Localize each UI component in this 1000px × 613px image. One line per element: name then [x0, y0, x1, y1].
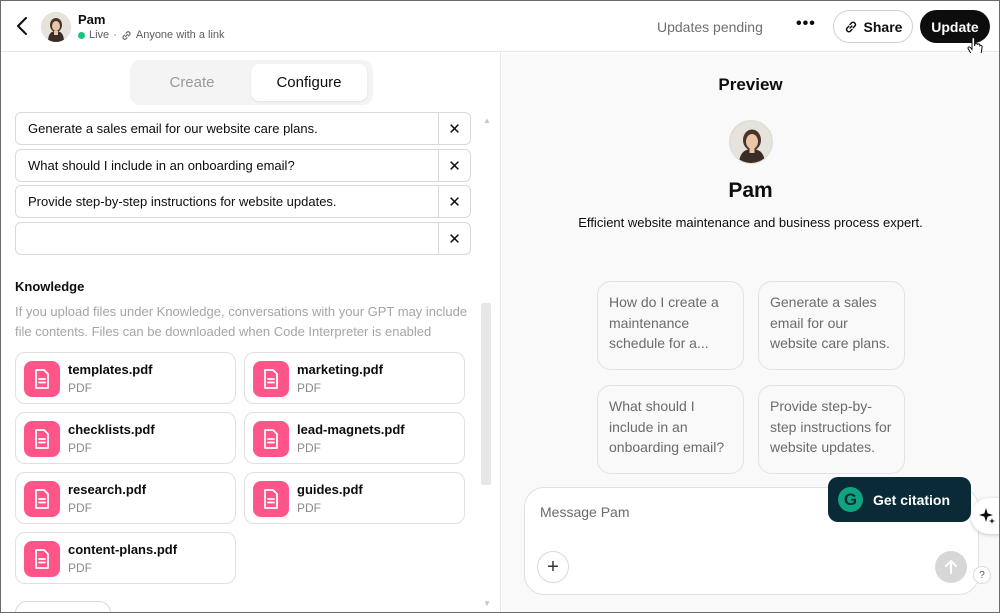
- conversation-starter-field[interactable]: Generate a sales email for our website c…: [15, 112, 471, 145]
- file-type: PDF: [297, 381, 321, 395]
- file-type: PDF: [68, 561, 92, 575]
- tab-create[interactable]: Create: [134, 64, 250, 101]
- conversation-starter-field[interactable]: ✕: [15, 222, 471, 255]
- document-icon: [24, 481, 60, 517]
- file-name: checklists.pdf: [68, 422, 155, 437]
- preview-avatar: [729, 120, 773, 164]
- file-card[interactable]: research.pdf PDF: [15, 472, 236, 524]
- knowledge-title: Knowledge: [15, 279, 85, 294]
- suggestion-card[interactable]: How do I create a maintenance schedule f…: [597, 281, 744, 370]
- back-button[interactable]: [13, 15, 33, 37]
- knowledge-description: If you upload files under Knowledge, con…: [15, 304, 468, 339]
- file-card[interactable]: checklists.pdf PDF: [15, 412, 236, 464]
- file-name: research.pdf: [68, 482, 147, 497]
- top-bar: Pam Live · Anyone with a link Updates pe…: [1, 1, 999, 57]
- suggestion-card[interactable]: Generate a sales email for our website c…: [758, 281, 905, 370]
- remove-starter-button[interactable]: ✕: [438, 223, 470, 254]
- file-type: PDF: [297, 441, 321, 455]
- file-card[interactable]: guides.pdf PDF: [244, 472, 465, 524]
- file-name: lead-magnets.pdf: [297, 422, 405, 437]
- updates-pending-label: Updates pending: [657, 19, 763, 35]
- file-name: content-plans.pdf: [68, 542, 178, 557]
- send-button[interactable]: [935, 551, 967, 583]
- starter-text[interactable]: Generate a sales email for our website c…: [16, 121, 438, 136]
- preview-name: Pam: [728, 179, 773, 202]
- configure-panel: Create Configure ▲ Generate a sales emai…: [1, 53, 501, 612]
- link-icon: [122, 30, 131, 40]
- document-icon: [24, 421, 60, 457]
- starter-text[interactable]: What should I include in an onboarding e…: [16, 158, 438, 173]
- conversation-starter-field[interactable]: What should I include in an onboarding e…: [15, 149, 471, 182]
- file-card[interactable]: templates.pdf PDF: [15, 352, 236, 404]
- file-type: PDF: [68, 441, 92, 455]
- app-window: Pam Live · Anyone with a link Updates pe…: [0, 0, 1000, 613]
- share-button[interactable]: Share: [833, 10, 913, 43]
- suggestion-card[interactable]: Provide step-by-step instructions for we…: [758, 385, 905, 474]
- sparkle-icon[interactable]: [971, 498, 999, 534]
- file-type: PDF: [297, 501, 321, 515]
- starter-text[interactable]: Provide step-by-step instructions for we…: [16, 194, 438, 209]
- suggestion-card[interactable]: What should I include in an onboarding e…: [597, 385, 744, 474]
- document-icon: [24, 361, 60, 397]
- arrow-up-icon: [945, 560, 957, 574]
- remove-starter-button[interactable]: ✕: [438, 150, 470, 181]
- scrollbar-thumb[interactable]: [481, 303, 491, 485]
- gpt-name: Pam: [78, 12, 106, 27]
- live-status-dot: [78, 31, 85, 39]
- file-type: PDF: [68, 501, 92, 515]
- tab-configure[interactable]: Configure: [251, 64, 367, 101]
- link-icon: [845, 21, 856, 32]
- get-citation-button[interactable]: G Get citation: [828, 477, 971, 522]
- document-icon: [253, 421, 289, 457]
- remove-starter-button[interactable]: ✕: [438, 113, 470, 144]
- mode-switcher: Create Configure: [130, 60, 373, 105]
- live-status: Live: [89, 29, 110, 41]
- attach-button[interactable]: +: [537, 551, 569, 583]
- more-options-button[interactable]: •••: [796, 15, 816, 33]
- message-input[interactable]: Message Pam: [540, 504, 629, 520]
- document-icon: [24, 541, 60, 577]
- file-name: templates.pdf: [68, 362, 153, 377]
- conversation-starter-field[interactable]: Provide step-by-step instructions for we…: [15, 185, 471, 218]
- grammarly-logo-icon: G: [838, 487, 863, 512]
- document-icon: [253, 361, 289, 397]
- preview-description: Efficient website maintenance and busine…: [578, 215, 923, 230]
- file-type: PDF: [68, 381, 92, 395]
- scroll-up-arrow-icon[interactable]: ▲: [483, 116, 491, 125]
- gpt-meta: Live · Anyone with a link: [78, 29, 225, 41]
- upload-files-button[interactable]: [15, 601, 111, 612]
- share-label: Share: [863, 18, 903, 35]
- avatar: [41, 12, 71, 42]
- file-card[interactable]: content-plans.pdf PDF: [15, 532, 236, 584]
- file-name: guides.pdf: [297, 482, 363, 497]
- get-citation-label: Get citation: [873, 491, 951, 508]
- meta-separator: ·: [113, 29, 117, 41]
- visibility-label[interactable]: Anyone with a link: [136, 29, 225, 41]
- preview-title: Preview: [718, 75, 783, 94]
- scroll-down-arrow-icon[interactable]: ▼: [483, 599, 491, 608]
- document-icon: [253, 481, 289, 517]
- help-icon[interactable]: ?: [973, 566, 991, 584]
- chevron-left-icon: [17, 17, 27, 35]
- remove-starter-button[interactable]: ✕: [438, 186, 470, 217]
- preview-panel: Preview Pam Efficient website maintenanc…: [502, 53, 999, 612]
- file-name: marketing.pdf: [297, 362, 383, 377]
- file-card[interactable]: lead-magnets.pdf PDF: [244, 412, 465, 464]
- file-card[interactable]: marketing.pdf PDF: [244, 352, 465, 404]
